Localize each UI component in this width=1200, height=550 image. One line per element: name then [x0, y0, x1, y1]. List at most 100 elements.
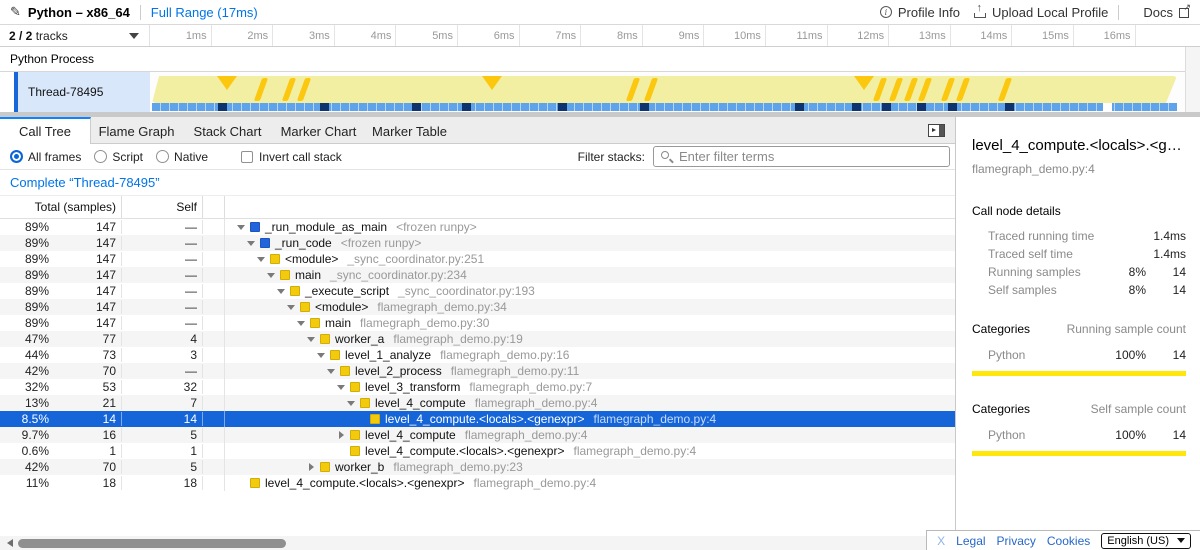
category-name: Python	[988, 428, 1100, 442]
profile-info-label: Profile Info	[898, 5, 960, 20]
file-location: flamegraph_demo.py:4	[593, 412, 716, 426]
footer-link-cookies[interactable]: Cookies	[1047, 534, 1090, 548]
header-right: i Profile Info Upload Local Profile Docs	[866, 5, 1190, 20]
filter-input[interactable]	[653, 146, 950, 167]
table-row[interactable]: 89%147—main_sync_coordinator.py:234	[0, 267, 955, 283]
spacer-cell	[203, 379, 225, 395]
invert-call-stack-checkbox[interactable]: Invert call stack	[241, 150, 342, 164]
footer-link-privacy[interactable]: Privacy	[997, 534, 1036, 548]
total-samples: 1	[55, 444, 122, 458]
total-percent: 32%	[0, 380, 55, 394]
table-row[interactable]: 89%147—<module>_sync_coordinator.py:251	[0, 251, 955, 267]
twisty-open-icon[interactable]	[347, 401, 356, 406]
range-breadcrumb[interactable]: Complete “Thread-78495”	[10, 175, 160, 190]
radio-script[interactable]: Script	[94, 150, 143, 164]
call-node-cell: <module>flamegraph_demo.py:34	[225, 300, 955, 314]
table-row[interactable]: 42%70—level_2_processflamegraph_demo.py:…	[0, 363, 955, 379]
categories-heading-row: CategoriesSelf sample count	[972, 402, 1186, 416]
thread-track-label[interactable]: Thread-78495	[0, 72, 150, 112]
marker-triangle-icon[interactable]	[854, 76, 874, 90]
twisty-open-icon[interactable]	[327, 369, 336, 374]
twisty-open-icon[interactable]	[287, 305, 296, 310]
full-range-button[interactable]: Full Range (17ms)	[151, 5, 258, 20]
total-samples: 147	[55, 316, 122, 330]
tracks-dropdown[interactable]: 2 / 2 tracks	[0, 25, 150, 46]
twisty-open-icon[interactable]	[317, 353, 326, 358]
category-bar	[972, 371, 1186, 376]
table-row[interactable]: 9.7%165level_4_computeflamegraph_demo.py…	[0, 427, 955, 443]
category-square-icon	[320, 462, 330, 472]
tree-horizontal-scrollbar[interactable]	[0, 536, 955, 550]
marker-triangle-icon[interactable]	[217, 76, 237, 90]
twisty-open-icon[interactable]	[267, 273, 276, 278]
self-samples: —	[122, 220, 203, 234]
radio-native[interactable]: Native	[156, 150, 208, 164]
twisty-open-icon[interactable]	[337, 385, 346, 390]
twisty-open-icon[interactable]	[277, 289, 286, 294]
twisty-open-icon[interactable]	[237, 225, 246, 230]
sample-dark-segment	[218, 103, 227, 111]
thread-track: Thread-78495	[0, 72, 1200, 112]
twisty-closed-icon[interactable]	[307, 463, 316, 471]
ruler-tick: 9ms	[643, 25, 705, 46]
ruler-tick: 7ms	[520, 25, 582, 46]
twisty-open-icon[interactable]	[257, 257, 266, 262]
ruler-tick: 15ms	[1012, 25, 1074, 46]
table-row[interactable]: 47%774worker_aflamegraph_demo.py:19	[0, 331, 955, 347]
table-row[interactable]: 89%147—_run_code<frozen runpy>	[0, 235, 955, 251]
column-total-samples[interactable]: Total (samples)	[0, 196, 122, 218]
category-bar	[972, 451, 1186, 456]
timeline-vertical-scrollbar[interactable]	[1185, 47, 1200, 112]
tab-stack-chart[interactable]: Stack Chart	[182, 117, 273, 143]
table-row[interactable]: 13%217level_4_computeflamegraph_demo.py:…	[0, 395, 955, 411]
twisty-closed-icon[interactable]	[337, 431, 346, 439]
docs-link[interactable]: Docs	[1143, 5, 1190, 20]
detail-percent	[1100, 248, 1146, 260]
language-select[interactable]: English (US)	[1101, 533, 1191, 549]
detail-percent: 8%	[1100, 266, 1146, 278]
table-row[interactable]: 8.5%1414level_4_compute.<locals>.<genexp…	[0, 411, 955, 427]
twisty-open-icon[interactable]	[307, 337, 316, 342]
detail-row: Self samples8%14	[972, 284, 1186, 296]
footer-hide-button[interactable]: X	[937, 534, 945, 548]
upload-icon	[974, 6, 986, 18]
thread-activity-graph[interactable]	[150, 72, 1185, 112]
twisty-open-icon[interactable]	[247, 241, 256, 246]
profile-info-button[interactable]: i Profile Info	[880, 5, 960, 20]
marker-triangle-icon[interactable]	[482, 76, 502, 90]
table-row[interactable]: 42%705worker_bflamegraph_demo.py:23	[0, 459, 955, 475]
table-row[interactable]: 89%147—mainflamegraph_demo.py:30	[0, 315, 955, 331]
upload-profile-button[interactable]: Upload Local Profile	[974, 5, 1108, 20]
column-self[interactable]: Self	[122, 196, 203, 218]
table-row[interactable]: 32%5332level_3_transformflamegraph_demo.…	[0, 379, 955, 395]
table-row[interactable]: 11%1818level_4_compute.<locals>.<genexpr…	[0, 475, 955, 491]
twisty-open-icon[interactable]	[297, 321, 306, 326]
tab-marker-chart[interactable]: Marker Chart	[273, 117, 364, 143]
table-row[interactable]: 89%147—_execute_script_sync_coordinator.…	[0, 283, 955, 299]
selected-node-title: level_4_compute.<locals>.<genexpr>	[972, 137, 1186, 154]
tab-marker-table[interactable]: Marker Table	[364, 117, 455, 143]
external-link-icon	[1179, 7, 1190, 18]
scroll-left-arrow-icon[interactable]	[7, 539, 13, 547]
process-track-header[interactable]: Python Process	[0, 47, 1200, 72]
table-row[interactable]: 0.6%11level_4_compute.<locals>.<genexpr>…	[0, 443, 955, 459]
tab-flame-graph[interactable]: Flame Graph	[91, 117, 182, 143]
spacer-cell	[203, 475, 225, 491]
self-samples: —	[122, 236, 203, 250]
radio-all-frames[interactable]: All frames	[10, 150, 81, 164]
function-name: _execute_script	[305, 284, 389, 298]
table-row[interactable]: 44%733level_1_analyzeflamegraph_demo.py:…	[0, 347, 955, 363]
total-percent: 0.6%	[0, 444, 55, 458]
sidebar-toggle-button[interactable]	[928, 124, 945, 137]
footer-link-legal[interactable]: Legal	[956, 534, 985, 548]
table-row[interactable]: 89%147—<module>flamegraph_demo.py:34	[0, 299, 955, 315]
edit-profile-name-icon[interactable]: ✎	[10, 4, 21, 20]
scrollbar-thumb[interactable]	[18, 539, 286, 548]
total-percent: 89%	[0, 220, 55, 234]
tab-call-tree[interactable]: Call Tree	[0, 117, 91, 144]
spacer-cell	[203, 363, 225, 379]
ruler-tick: 2ms	[212, 25, 274, 46]
total-samples: 16	[55, 428, 122, 442]
table-row[interactable]: 89%147—_run_module_as_main<frozen runpy>	[0, 219, 955, 235]
profile-name[interactable]: Python – x86_64	[28, 5, 130, 20]
